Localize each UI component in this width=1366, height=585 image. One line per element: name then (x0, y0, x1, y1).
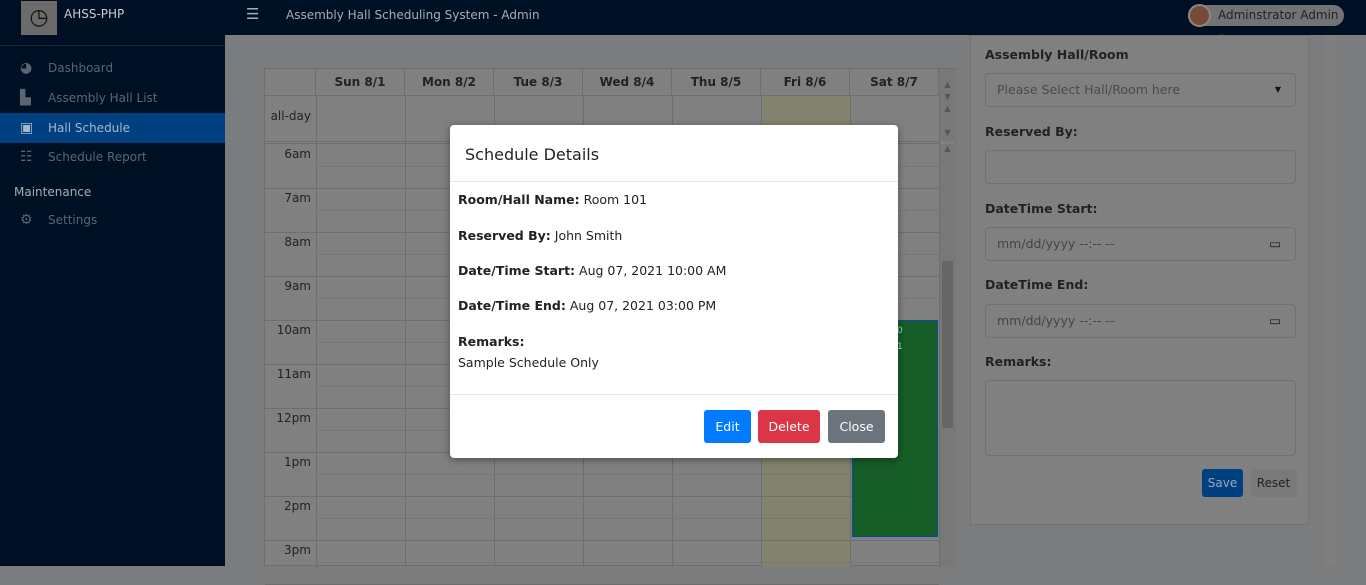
time-label: 8am (284, 235, 311, 249)
day-header: Thu 8/5 (672, 69, 761, 96)
half-hour-line (316, 518, 939, 519)
end-label: DateTime End: (985, 277, 1089, 292)
brand[interactable]: ◷ AHSS-PHP (0, 0, 225, 46)
day-header: Sat 8/7 (850, 69, 939, 96)
brand-name: AHSS-PHP (64, 7, 125, 21)
event-time: 0 (897, 326, 903, 336)
sidebar: ◕ Dashboard ▙ Assembly Hall List ▣ Hall Sch… (0, 35, 225, 566)
start-label: Date/Time Start: (458, 263, 576, 278)
building-icon: ▙ (20, 90, 31, 106)
start-row: Date/Time Start: Aug 07, 2021 10:00 AM (458, 263, 726, 278)
remarks-label-text: Remarks: (458, 334, 525, 349)
sidebar-item-label: Schedule Report (48, 150, 147, 164)
room-row: Room/Hall Name: Room 101 (458, 192, 647, 207)
reserved-label: Reserved By: (458, 228, 551, 243)
tachometer-icon: ◕ (20, 60, 33, 76)
time-label: 12pm (276, 411, 311, 425)
hall-select[interactable]: Please Select Hall/Room here ▼ (985, 73, 1296, 107)
user-name: Adminstrator Admin (1218, 8, 1339, 22)
remarks-value: Sample Schedule Only (458, 355, 599, 370)
grid-line (939, 96, 940, 567)
sidebar-item-label: Settings (48, 213, 98, 227)
delete-button[interactable]: Delete (758, 410, 820, 443)
modal-title: Schedule Details (465, 145, 600, 164)
start-placeholder: mm/dd/yyyy --:-- -- (997, 236, 1115, 251)
calendar-picker-icon[interactable]: ▭ (1269, 305, 1281, 337)
half-hour-line (316, 562, 939, 563)
day-header: Tue 8/3 (494, 69, 583, 96)
allday-label: all-day (270, 109, 311, 123)
sidebar-item-schedule-report[interactable]: ☷ Schedule Report (0, 142, 225, 172)
time-label: 7am (284, 191, 311, 205)
save-button[interactable]: Save (1202, 469, 1243, 497)
room-label: Room/Hall Name: (458, 192, 580, 207)
start-datetime-input[interactable]: mm/dd/yyyy --:-- -- ▭ (985, 227, 1296, 261)
start-value: Aug 07, 2021 10:00 AM (579, 263, 727, 278)
sidebar-item-dashboard[interactable]: ◕ Dashboard (0, 53, 225, 83)
end-datetime-input[interactable]: mm/dd/yyyy --:-- -- ▭ (985, 304, 1296, 338)
room-value: Room 101 (583, 192, 648, 207)
clock-calendar-logo-icon: ◷ (21, 1, 57, 35)
time-label: 6am (284, 147, 311, 161)
start-label: DateTime Start: (985, 201, 1098, 216)
time-label: 3pm (284, 543, 311, 557)
schedule-details-modal: Schedule Details Room/Hall Name: Room 10… (450, 125, 898, 458)
day-header: Mon 8/2 (405, 69, 494, 96)
schedule-form-card: Assembly Hall/Room Please Select Hall/Ro… (970, 35, 1309, 525)
time-label: 1pm (284, 455, 311, 469)
end-label: Date/Time End: (458, 298, 566, 313)
sidebar-item-hall-schedule[interactable]: ▣ Hall Schedule (0, 113, 225, 143)
content-edge (1325, 35, 1337, 566)
divider (450, 394, 898, 395)
hour-line (265, 496, 939, 497)
list-icon: ☷ (20, 149, 33, 165)
remarks-label: Remarks: (985, 354, 1052, 369)
remarks-textarea[interactable] (985, 380, 1296, 456)
time-label: 11am (276, 367, 311, 381)
gears-icon: ⚙ (20, 212, 33, 228)
timegrid-scrollbar[interactable]: ▲ (939, 144, 956, 567)
reserved-by-label: Reserved By: (985, 124, 1078, 139)
app-title: Assembly Hall Scheduling System - Admin (286, 8, 540, 22)
remarks-label: Remarks: (458, 334, 524, 349)
day-header: Sun 8/1 (316, 69, 405, 96)
hall-label: Assembly Hall/Room (985, 47, 1129, 62)
day-header: Fri 8/6 (761, 69, 850, 96)
hamburger-menu-icon[interactable]: ☰ (246, 5, 259, 23)
end-placeholder: mm/dd/yyyy --:-- -- (997, 313, 1115, 328)
edit-button[interactable]: Edit (704, 410, 751, 443)
reserved-by-input[interactable] (985, 150, 1296, 184)
calendar-picker-icon[interactable]: ▭ (1269, 228, 1281, 260)
allday-scrollbar[interactable]: ▲ ▼ ▲ ▼ (939, 69, 956, 141)
end-value: Aug 07, 2021 03:00 PM (569, 298, 717, 313)
sidebar-item-settings[interactable]: ⚙ Settings (0, 205, 225, 235)
sidebar-item-label: Hall Schedule (48, 121, 131, 135)
avatar (1188, 4, 1211, 27)
event-title: 1 (897, 342, 903, 352)
time-label: 9am (284, 279, 311, 293)
user-menu[interactable]: Adminstrator Admin ▾ (1188, 4, 1344, 43)
close-button[interactable]: Close (828, 410, 885, 443)
time-label: 10am (276, 323, 311, 337)
hall-placeholder: Please Select Hall/Room here (997, 82, 1181, 97)
sidebar-item-assembly-hall-list[interactable]: ▙ Assembly Hall List (0, 83, 225, 113)
time-label: 2pm (284, 499, 311, 513)
reserved-value: John Smith (554, 228, 623, 243)
day-header: Wed 8/4 (583, 69, 672, 96)
sidebar-item-label: Dashboard (48, 61, 114, 75)
corner-header (265, 69, 316, 96)
reset-button[interactable]: Reset (1250, 469, 1297, 497)
divider (450, 181, 898, 182)
calendar-icon: ▣ (20, 120, 34, 136)
half-hour-line (316, 474, 939, 475)
sidebar-item-label: Assembly Hall List (48, 91, 158, 105)
caret-down-icon: ▼ (1274, 85, 1281, 94)
sidebar-section-maintenance: Maintenance (14, 185, 92, 199)
end-row: Date/Time End: Aug 07, 2021 03:00 PM (458, 298, 716, 313)
hour-line (265, 540, 939, 541)
reserved-row: Reserved By: John Smith (458, 228, 622, 243)
